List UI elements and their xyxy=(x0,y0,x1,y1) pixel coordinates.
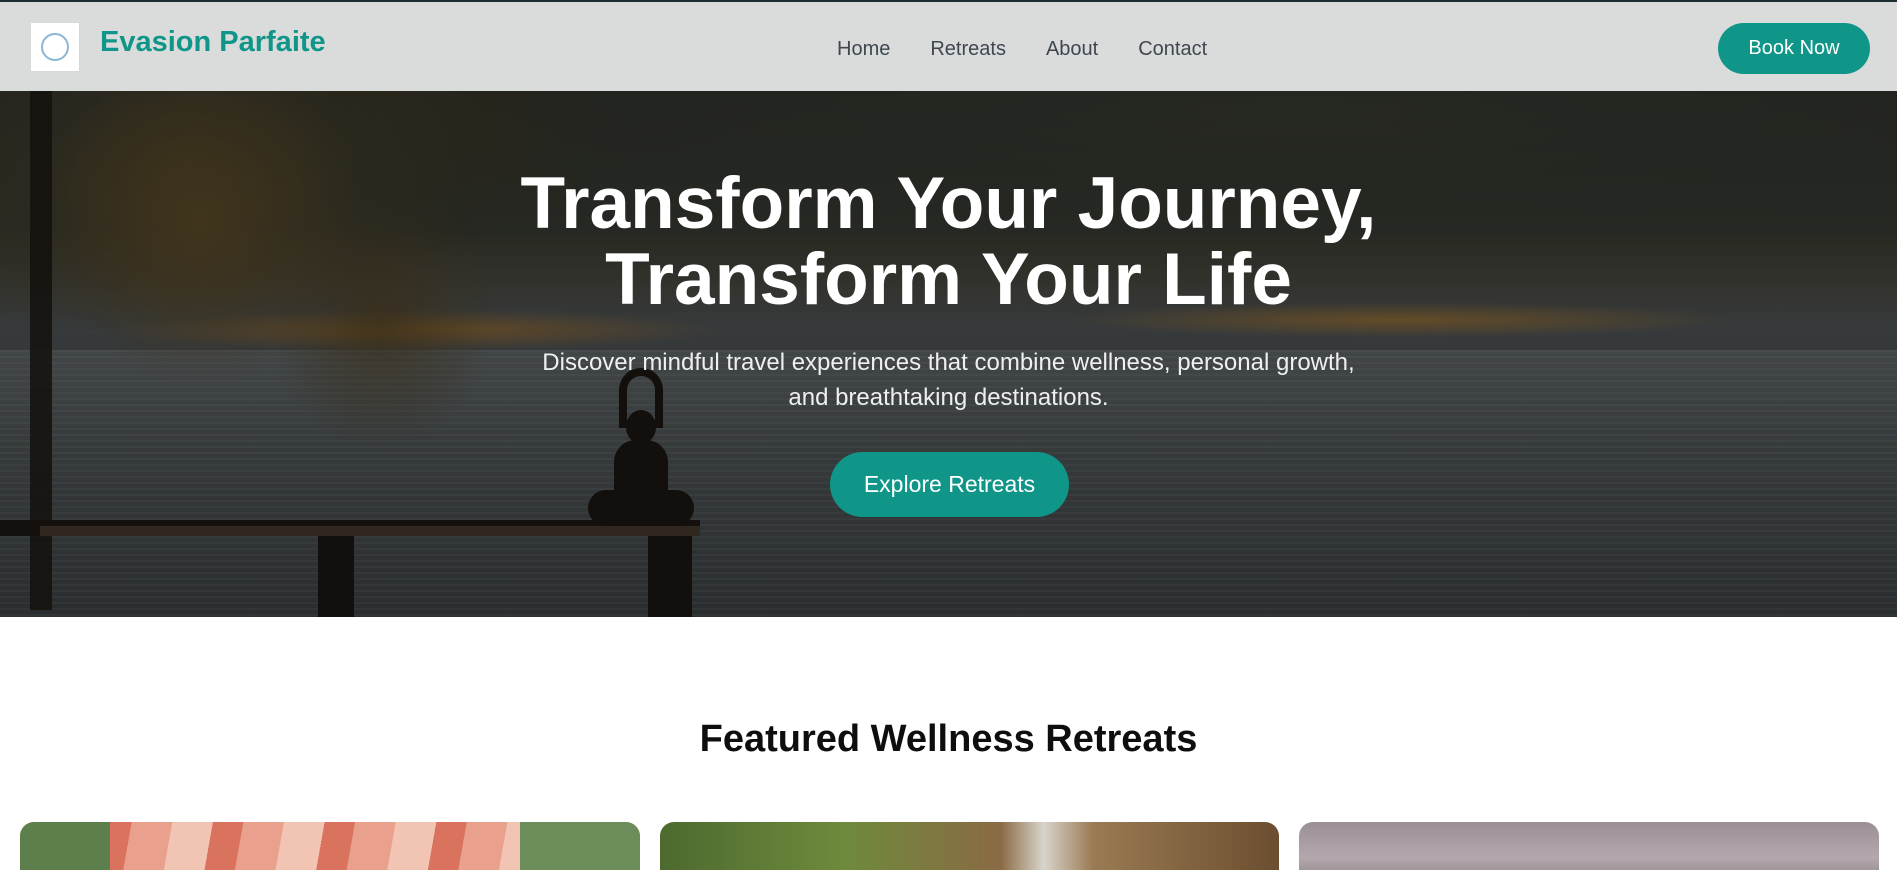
hero-subtitle-line-1: Discover mindful travel experiences that… xyxy=(542,349,1355,376)
featured-section-title: Featured Wellness Retreats xyxy=(699,718,1198,760)
logo-emblem-icon xyxy=(41,33,69,61)
nav-link-retreats[interactable]: Retreats xyxy=(930,38,1006,61)
hero-title-line-1: Transform Your Journey, xyxy=(520,163,1377,244)
top-navbar: Evasion Parfaite Home Retreats About Con… xyxy=(0,0,1897,91)
nav-links: Home Retreats About Contact xyxy=(837,38,1247,61)
book-now-button[interactable]: Book Now xyxy=(1718,23,1870,74)
nav-link-contact[interactable]: Contact xyxy=(1138,38,1207,61)
brand-logo[interactable] xyxy=(30,22,80,72)
retreat-card-2[interactable] xyxy=(660,822,1279,870)
hero-title-line-2: Transform Your Life xyxy=(605,239,1292,320)
brand-name[interactable]: Evasion Parfaite xyxy=(100,26,326,59)
retreat-card-1[interactable] xyxy=(20,822,640,870)
hero-section: Transform Your Journey, Transform Your L… xyxy=(0,0,1897,617)
nav-link-home[interactable]: Home xyxy=(837,38,890,61)
hero-subtitle: Discover mindful travel experiences that… xyxy=(0,345,1897,415)
hero-title: Transform Your Journey, Transform Your L… xyxy=(0,166,1897,318)
hero-subtitle-line-2: and breathtaking destinations. xyxy=(788,384,1109,411)
retreat-card-3[interactable] xyxy=(1299,822,1879,870)
nav-link-about[interactable]: About xyxy=(1046,38,1098,61)
explore-retreats-button[interactable]: Explore Retreats xyxy=(830,452,1069,517)
